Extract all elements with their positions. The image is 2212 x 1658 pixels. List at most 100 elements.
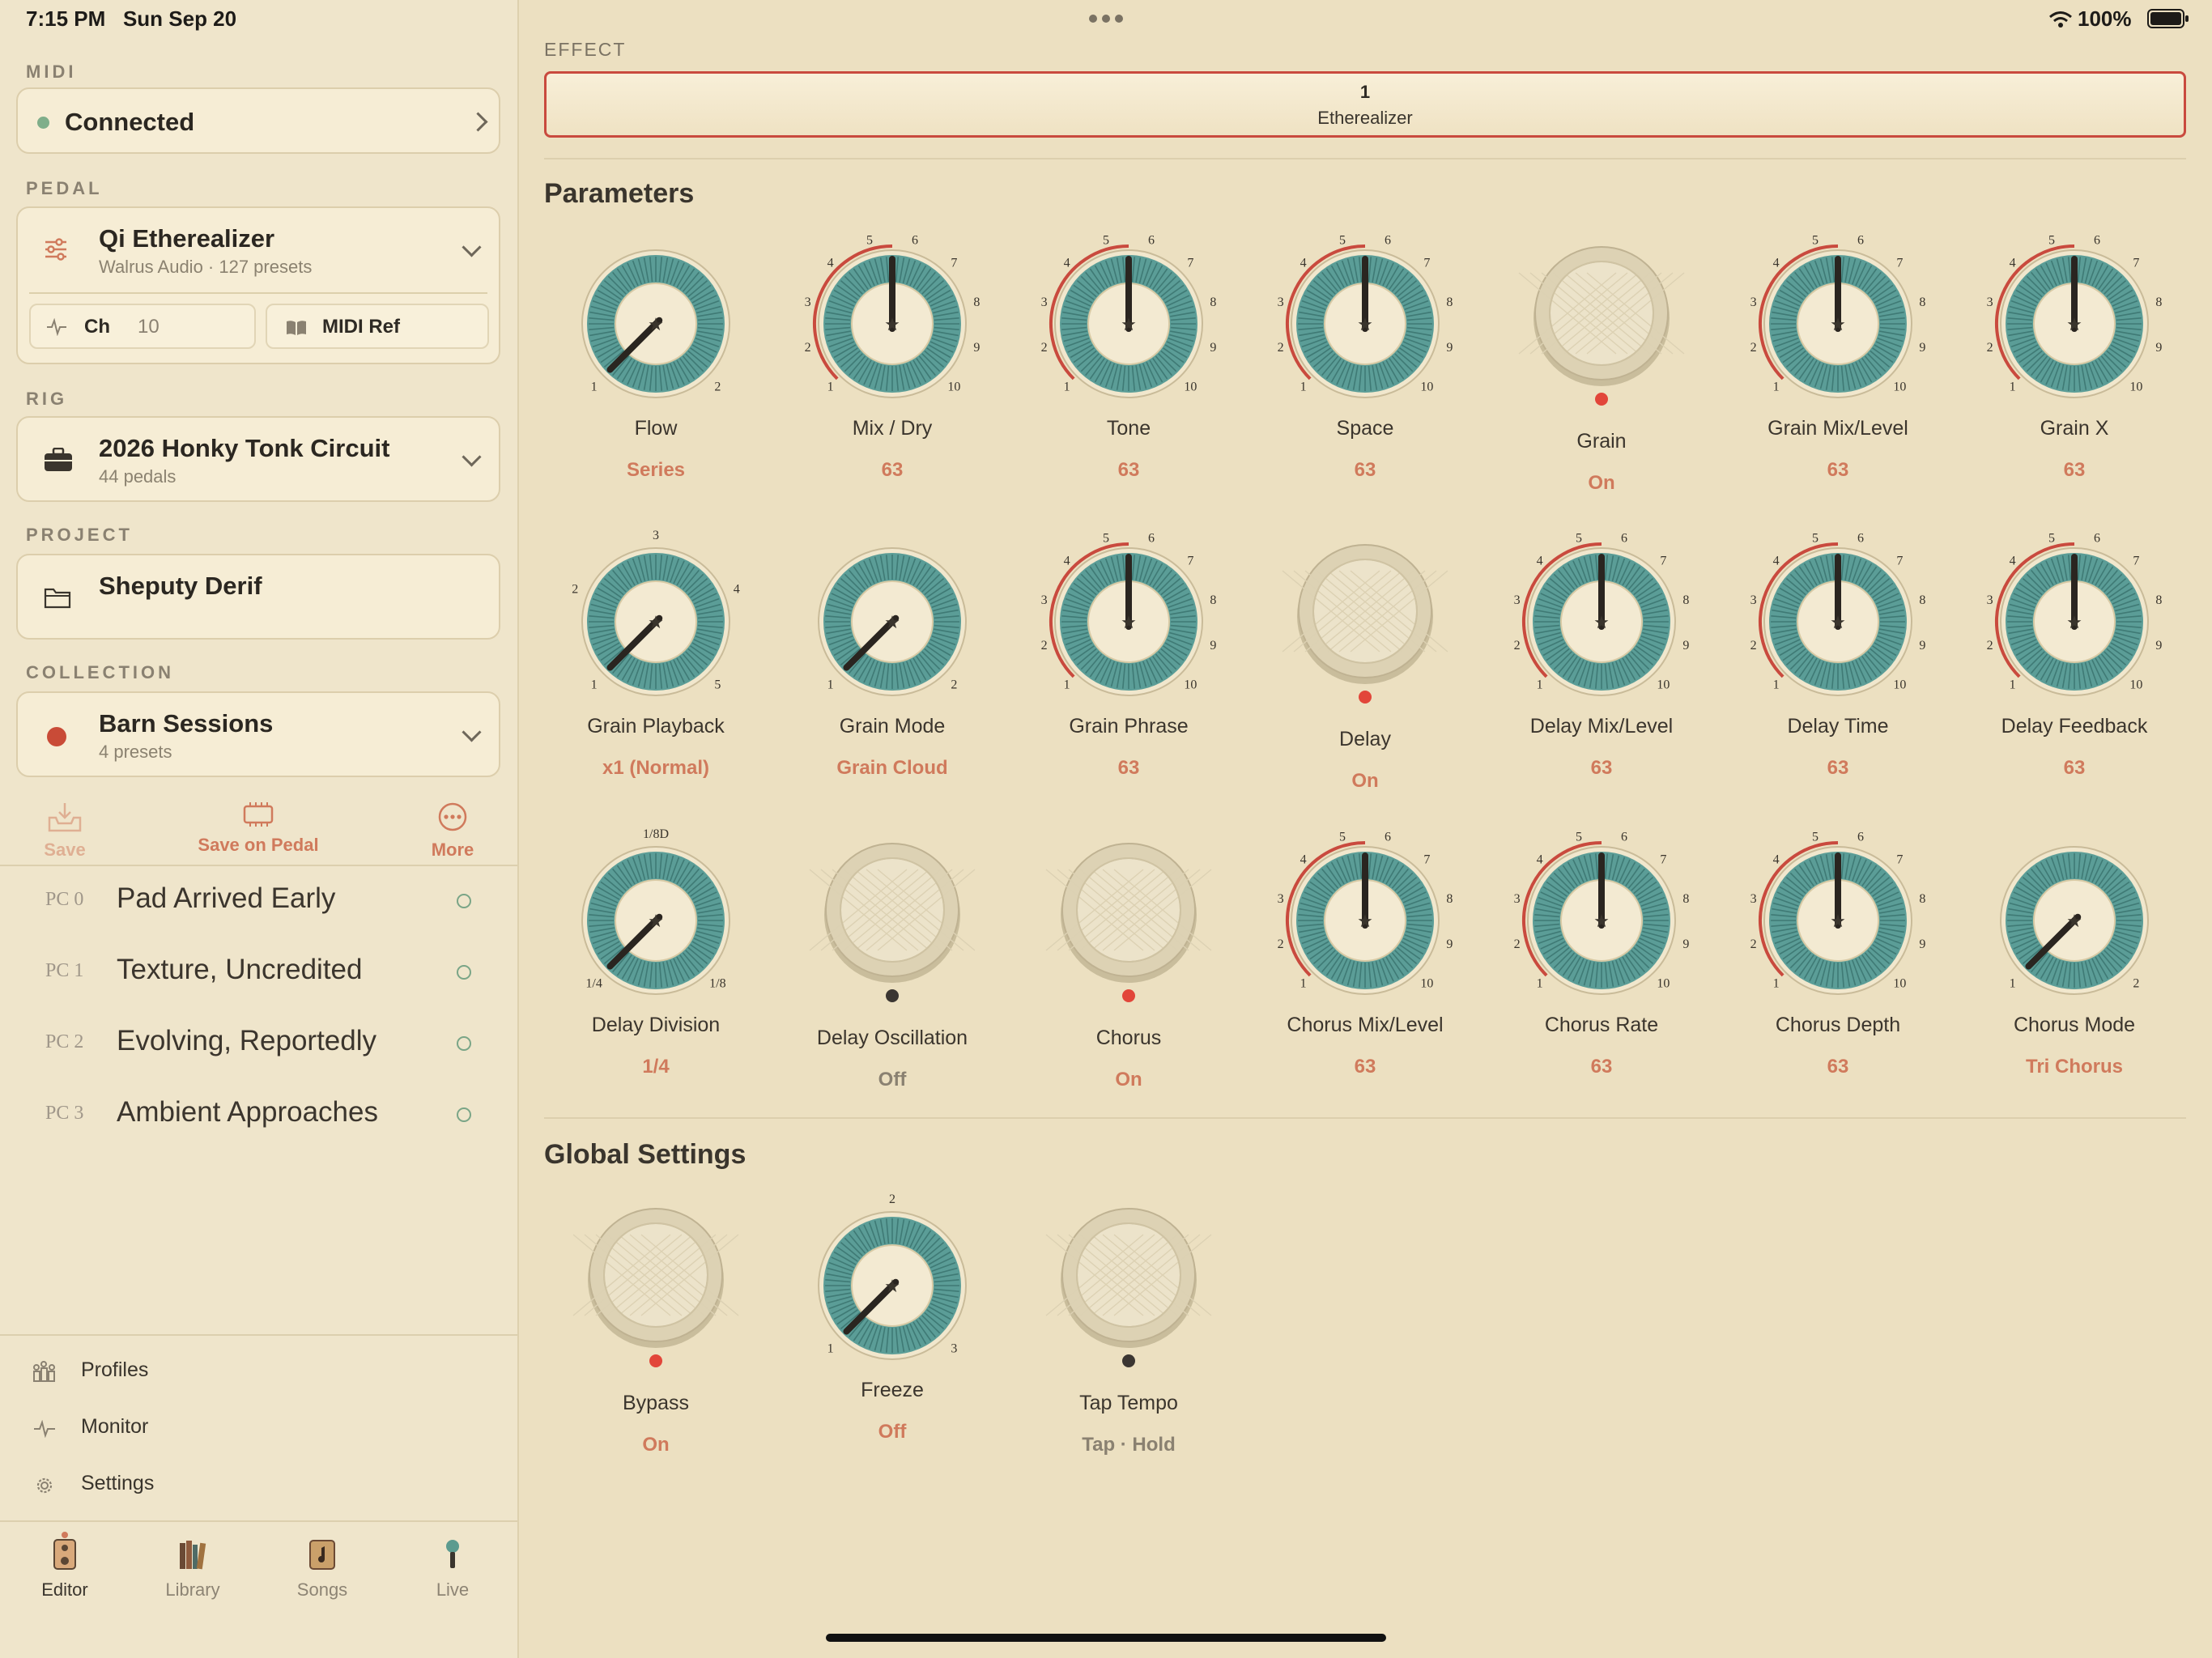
- grain-playback-knob-graphic: 1 2 3 4 5 ★: [572, 529, 740, 696]
- param-label: Chorus: [1095, 1027, 1162, 1049]
- midi-ref-button[interactable]: MIDI Ref: [266, 304, 489, 349]
- knob-tick-label: 7: [1660, 555, 1666, 568]
- knob-tick-label: 3: [805, 295, 811, 309]
- save-on-pedal-label: Save on Pedal: [198, 835, 319, 855]
- multitask-dots-icon[interactable]: [1088, 13, 1124, 28]
- tab-songs[interactable]: Songs: [270, 1538, 375, 1601]
- param-delay[interactable]: Delay On: [1264, 521, 1466, 792]
- chorus-depth-knob-graphic: 1 2 3 4 5 6 7 8 9 10 ★: [1750, 831, 1925, 995]
- grain-footswitch-graphic: [1518, 246, 1685, 406]
- battery-icon: [2147, 9, 2189, 28]
- midi-connection-card[interactable]: Connected: [16, 87, 500, 154]
- tab-label: Library: [165, 1579, 220, 1600]
- midi-channel-button[interactable]: Ch 10: [29, 304, 256, 349]
- preset-pc-number: PC 2: [45, 1031, 84, 1052]
- knob-tick-label: 5: [1339, 234, 1346, 248]
- midi-section-label: MIDI: [26, 62, 77, 82]
- param-value: 63: [1827, 1056, 1849, 1078]
- param-grain[interactable]: Grain On: [1500, 223, 1703, 494]
- param-grain-phrase[interactable]: 1 2 3 4 5 6 7 8 9 10 ★ Grain Phrase 63: [1027, 521, 1230, 788]
- nav-item-profiles[interactable]: Profiles: [32, 1352, 486, 1392]
- rig-selector[interactable]: 2026 Honky Tonk Circuit 44 pedals: [16, 416, 500, 502]
- param-label: Bypass: [623, 1392, 689, 1414]
- param-value: x1 (Normal): [602, 757, 710, 779]
- param-chorus-mix-level[interactable]: 1 2 3 4 5 6 7 8 9 10 ★ Chorus Mix/Level 63: [1264, 819, 1466, 1086]
- param-value: Off: [878, 1421, 907, 1443]
- param-label: Grain Playback: [587, 715, 725, 738]
- param-chorus-rate[interactable]: 1 2 3 4 5 6 7 8 9 10 ★ Chorus Rate 63: [1500, 819, 1703, 1086]
- knob-tick-label: 1: [591, 380, 598, 393]
- param-mix-dry[interactable]: 1 2 3 4 5 6 7 8 9 10 ★ Mix / Dry 63: [791, 223, 993, 490]
- knob-tick-label: 4: [827, 257, 834, 270]
- param-grain-mix-level[interactable]: 1 2 3 4 5 6 7 8 9 10 ★ Grain Mix/Level 63: [1737, 223, 1939, 490]
- knob-tick-label: 2: [1750, 639, 1757, 653]
- save-on-pedal-button[interactable]: Save on Pedal: [177, 801, 339, 856]
- project-selector[interactable]: Sheputy Derif: [16, 554, 500, 640]
- param-label: Mix / Dry: [852, 417, 933, 440]
- preset-row[interactable]: PC 2 Evolving, Reportedly: [0, 1009, 517, 1080]
- param-label: Space: [1336, 417, 1394, 440]
- param-value: 63: [1590, 1056, 1613, 1078]
- divider: [0, 1334, 517, 1336]
- preset-status-circle-icon: [457, 1036, 471, 1051]
- channel-label: Ch: [84, 316, 110, 338]
- knob-tick-label: 1: [827, 1341, 834, 1355]
- pedal-subtitle: Walrus Audio · 127 presets: [99, 257, 313, 277]
- effect-selector[interactable]: 1 Etherealizer: [544, 71, 2186, 138]
- home-indicator[interactable]: [826, 1634, 1386, 1642]
- pedal-section-label: PEDAL: [26, 178, 103, 198]
- param-tone[interactable]: 1 2 3 4 5 6 7 8 9 10 ★ Tone 63: [1027, 223, 1230, 490]
- more-button[interactable]: More: [372, 801, 534, 861]
- effect-section-label: EFFECT: [544, 39, 627, 60]
- nav-item-settings[interactable]: Settings: [32, 1465, 486, 1506]
- param-grain-playback[interactable]: 1 2 3 4 5 ★ Grain Playback x1 (Normal): [555, 521, 757, 788]
- param-label: Tone: [1106, 417, 1151, 440]
- status-time: 7:15 PM Sun Sep 20: [26, 6, 237, 31]
- global-settings-heading: Global Settings: [544, 1139, 747, 1170]
- nav-item-monitor[interactable]: Monitor: [32, 1409, 486, 1449]
- knob-tick-label: 2: [1041, 639, 1048, 653]
- tab-live[interactable]: Live: [400, 1538, 505, 1601]
- param-delay-feedback[interactable]: 1 2 3 4 5 6 7 8 9 10 ★ Delay Feedback 63: [1973, 521, 2176, 788]
- param-freeze[interactable]: 1 2 3 ★ Freeze Off: [791, 1184, 993, 1452]
- save-button[interactable]: Save: [0, 801, 146, 861]
- knob-tick-label: 4: [2010, 257, 2016, 270]
- preset-row[interactable]: PC 3 Ambient Approaches: [0, 1080, 517, 1151]
- tab-library[interactable]: Library: [140, 1538, 245, 1601]
- param-label: Delay Mix/Level: [1529, 715, 1674, 738]
- wifi-icon: [2049, 11, 2072, 28]
- knob-tick-label: 8: [1682, 892, 1689, 906]
- param-tap-tempo[interactable]: Tap Tempo Tap · Hold: [1027, 1184, 1230, 1456]
- param-delay-time[interactable]: 1 2 3 4 5 6 7 8 9 10 ★ Delay Time 63: [1737, 521, 1939, 788]
- knob-tick-label: 6: [1621, 831, 1627, 844]
- knob-tick-label: 4: [1064, 555, 1070, 568]
- param-value: Tap · Hold: [1082, 1434, 1176, 1456]
- nav-label: Settings: [81, 1472, 155, 1494]
- knob-tick-label: 8: [2155, 593, 2162, 607]
- param-value: On: [642, 1434, 670, 1456]
- param-chorus-depth[interactable]: 1 2 3 4 5 6 7 8 9 10 ★ Chorus Depth 63: [1737, 819, 1939, 1086]
- project-name: Sheputy Derif: [99, 572, 262, 600]
- param-grain-x[interactable]: 1 2 3 4 5 6 7 8 9 10 ★ Grain X 63: [1973, 223, 2176, 490]
- param-grain-mode[interactable]: 1 2 ★ Grain Mode Grain Cloud: [791, 521, 993, 788]
- collection-selector[interactable]: Barn Sessions 4 presets: [16, 691, 500, 777]
- preset-row[interactable]: PC 0 Pad Arrived Early: [0, 866, 517, 937]
- tab-editor[interactable]: Editor: [12, 1538, 117, 1601]
- param-delay-division[interactable]: 1/4 1/8D 1/8 ★ Delay Division 1/4: [555, 819, 757, 1086]
- param-chorus[interactable]: Chorus On: [1027, 819, 1230, 1090]
- pedal-selector[interactable]: Qi Etherealizer Walrus Audio · 127 prese…: [18, 208, 499, 294]
- grain-x-knob-graphic: 1 2 3 4 5 6 7 8 9 10 ★: [1987, 234, 2162, 398]
- preset-row[interactable]: PC 1 Texture, Uncredited: [0, 937, 517, 1009]
- param-flow[interactable]: 1 2 ★ Flow Series: [555, 223, 757, 490]
- preset-name: Evolving, Reportedly: [117, 1025, 376, 1056]
- knob-tick-label: 4: [2010, 555, 2016, 568]
- param-space[interactable]: 1 2 3 4 5 6 7 8 9 10 ★ Space 63: [1264, 223, 1466, 490]
- knob-tick-label: 6: [912, 234, 918, 248]
- param-bypass[interactable]: Bypass On: [555, 1184, 757, 1456]
- param-chorus-mode[interactable]: 1 2 ★ Chorus Mode Tri Chorus: [1973, 819, 2176, 1086]
- star-icon: ★: [2066, 911, 2082, 931]
- pedal-card: Qi Etherealizer Walrus Audio · 127 prese…: [16, 206, 500, 364]
- param-delay-oscillation[interactable]: Delay Oscillation Off: [791, 819, 993, 1090]
- knob-tick-label: 9: [2155, 639, 2162, 653]
- param-delay-mix-level[interactable]: 1 2 3 4 5 6 7 8 9 10 ★ Delay Mix/Level 63: [1500, 521, 1703, 788]
